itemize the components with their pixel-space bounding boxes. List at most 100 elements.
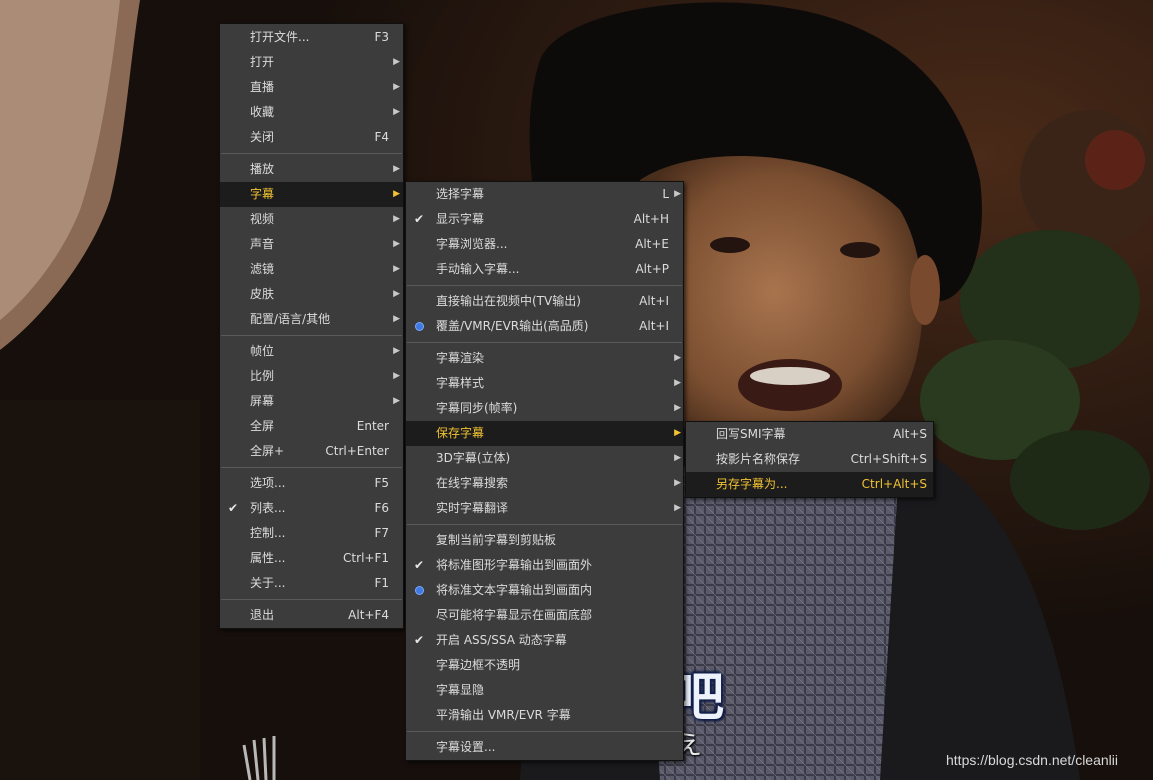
subtitle-menu-item-20[interactable]: 平滑输出 VMR/EVR 字幕	[406, 703, 683, 728]
main-menu-item-5[interactable]: 播放 ▶	[220, 157, 403, 182]
subtitle-menu-item-13[interactable]: 复制当前字幕到剪贴板	[406, 528, 683, 553]
submenu-arrow-icon: ▶	[393, 371, 400, 381]
subtitle-menu-item-4[interactable]: 直接输出在视频中(TV输出) Alt+I	[406, 289, 683, 314]
subtitle-menu-item-18[interactable]: 字幕边框不透明	[406, 653, 683, 678]
menu-item-label: 视频	[250, 212, 275, 226]
menu-item-label: 选择字幕	[436, 187, 485, 201]
subtitle-menu-item-9[interactable]: 保存字幕 ▶	[406, 421, 683, 446]
subtitle-menu-item-3[interactable]: 手动输入字幕... Alt+P	[406, 257, 683, 282]
main-menu-item-0[interactable]: 打开文件... F3	[220, 25, 403, 50]
subtitle-menu-item-16[interactable]: 尽可能将字幕显示在画面底部	[406, 603, 683, 628]
menu-item-shortcut: F1	[374, 576, 389, 590]
menu-item-label: 属性...	[250, 551, 286, 565]
main-menu-item-3[interactable]: 收藏 ▶	[220, 100, 403, 125]
menu-item-label: 开启 ASS/SSA 动态字幕	[436, 633, 567, 647]
main-menu-item-6[interactable]: 字幕 ▶	[220, 182, 403, 207]
menu-item-label: 字幕	[250, 187, 275, 201]
submenu-arrow-icon: ▶	[393, 82, 400, 92]
menu-item-label: 字幕浏览器...	[436, 237, 508, 251]
menu-item-shortcut: Ctrl+Shift+S	[850, 452, 927, 466]
menu-item-label: 另存字幕为...	[716, 477, 788, 491]
main-menu-item-7[interactable]: 视频 ▶	[220, 207, 403, 232]
submenu-arrow-icon: ▶	[393, 189, 400, 199]
subtitle-menu-item-14[interactable]: ✔ 将标准图形字幕输出到画面外	[406, 553, 683, 578]
subtitle-menu-item-7[interactable]: 字幕样式 ▶	[406, 371, 683, 396]
menu-item-label: 按影片名称保存	[716, 452, 801, 466]
menu-item-shortcut: Alt+P	[635, 262, 669, 276]
subtitle-menu-item-15[interactable]: 将标准文本字幕输出到画面内	[406, 578, 683, 603]
menu-item-shortcut: Ctrl+Enter	[325, 444, 389, 458]
main-menu-item-8[interactable]: 声音 ▶	[220, 232, 403, 257]
main-menu-item-9[interactable]: 滤镜 ▶	[220, 257, 403, 282]
subtitle-menu-item-2[interactable]: 字幕浏览器... Alt+E	[406, 232, 683, 257]
menu-item-label: 显示字幕	[436, 212, 485, 226]
main-menu-item-16[interactable]: 全屏+ Ctrl+Enter	[220, 439, 403, 464]
menu-item-shortcut: F7	[374, 526, 389, 540]
main-menu-item-15[interactable]: 全屏 Enter	[220, 414, 403, 439]
subtitle-menu-item-19[interactable]: 字幕显隐	[406, 678, 683, 703]
subtitle-menu-item-11[interactable]: 在线字幕搜索 ▶	[406, 471, 683, 496]
main-menu-item-2[interactable]: 直播 ▶	[220, 75, 403, 100]
save-menu-item-1[interactable]: 按影片名称保存 Ctrl+Shift+S	[686, 447, 933, 472]
main-menu-item-11[interactable]: 配置/语言/其他 ▶	[220, 307, 403, 332]
main-menu-item-13[interactable]: 比例 ▶	[220, 364, 403, 389]
menu-item-shortcut: F4	[374, 130, 389, 144]
menu-item-label: 全屏+	[250, 444, 285, 458]
menu-item-label: 保存字幕	[436, 426, 485, 440]
main-menu-item-22[interactable]: 退出 Alt+F4	[220, 603, 403, 628]
menu-item-label: 关闭	[250, 130, 275, 144]
menu-item-label: 字幕设置...	[436, 740, 496, 754]
save-menu-item-2[interactable]: 另存字幕为... Ctrl+Alt+S	[686, 472, 933, 497]
submenu-arrow-icon: ▶	[393, 214, 400, 224]
menu-item-label: 控制...	[250, 526, 286, 540]
radio-dot-icon	[416, 587, 423, 594]
subtitle-submenu: 选择字幕 L ▶ ✔ 显示字幕 Alt+H 字幕浏览器... Alt+E 手动输入字幕... Al…	[405, 181, 684, 761]
menu-item-label: 直播	[250, 80, 275, 94]
submenu-arrow-icon: ▶	[674, 428, 681, 438]
menu-separator	[407, 524, 682, 525]
main-menu-item-1[interactable]: 打开 ▶	[220, 50, 403, 75]
radio-dot-icon	[416, 323, 423, 330]
main-menu-item-20[interactable]: 属性... Ctrl+F1	[220, 546, 403, 571]
subtitle-menu-item-21[interactable]: 字幕设置...	[406, 735, 683, 760]
subtitle-menu-item-0[interactable]: 选择字幕 L ▶	[406, 182, 683, 207]
submenu-arrow-icon: ▶	[674, 478, 681, 488]
subtitle-menu-item-5[interactable]: 覆盖/VMR/EVR输出(高品质) Alt+I	[406, 314, 683, 339]
save-subtitle-submenu: 回写SMI字幕 Alt+S 按影片名称保存 Ctrl+Shift+S 另存字幕为... C…	[685, 421, 934, 498]
menu-item-label: 在线字幕搜索	[436, 476, 509, 490]
menu-item-label: 字幕同步(帧率)	[436, 401, 518, 415]
menu-item-label: 列表...	[250, 501, 286, 515]
menu-item-label: 关于...	[250, 576, 286, 590]
checkmark-icon: ✔	[228, 501, 239, 515]
main-menu-item-18[interactable]: ✔ 列表... F6	[220, 496, 403, 521]
menu-item-label: 实时字幕翻译	[436, 501, 509, 515]
main-menu-item-4[interactable]: 关闭 F4	[220, 125, 403, 150]
main-menu-item-10[interactable]: 皮肤 ▶	[220, 282, 403, 307]
subtitle-menu-item-1[interactable]: ✔ 显示字幕 Alt+H	[406, 207, 683, 232]
submenu-arrow-icon: ▶	[393, 164, 400, 174]
menu-item-label: 打开文件...	[250, 30, 310, 44]
menu-separator	[221, 599, 402, 600]
main-menu-item-12[interactable]: 帧位 ▶	[220, 339, 403, 364]
subtitle-menu-item-12[interactable]: 实时字幕翻译 ▶	[406, 496, 683, 521]
main-menu-item-14[interactable]: 屏幕 ▶	[220, 389, 403, 414]
submenu-arrow-icon: ▶	[393, 314, 400, 324]
menu-item-shortcut: F5	[374, 476, 389, 490]
menu-item-label: 将标准文本字幕输出到画面内	[436, 583, 593, 597]
submenu-arrow-icon: ▶	[393, 396, 400, 406]
menu-item-label: 字幕显隐	[436, 683, 485, 697]
menu-item-shortcut: Alt+E	[635, 237, 669, 251]
save-menu-item-0[interactable]: 回写SMI字幕 Alt+S	[686, 422, 933, 447]
main-menu-item-21[interactable]: 关于... F1	[220, 571, 403, 596]
subtitle-menu-item-10[interactable]: 3D字幕(立体) ▶	[406, 446, 683, 471]
subtitle-menu-item-6[interactable]: 字幕渲染 ▶	[406, 346, 683, 371]
main-menu-item-17[interactable]: 选项... F5	[220, 471, 403, 496]
subtitle-menu-item-17[interactable]: ✔ 开启 ASS/SSA 动态字幕	[406, 628, 683, 653]
menu-item-label: 覆盖/VMR/EVR输出(高品质)	[436, 319, 589, 333]
subtitle-menu-item-8[interactable]: 字幕同步(帧率) ▶	[406, 396, 683, 421]
menu-item-label: 字幕渲染	[436, 351, 485, 365]
main-menu-item-19[interactable]: 控制... F7	[220, 521, 403, 546]
menu-item-label: 帧位	[250, 344, 275, 358]
submenu-arrow-icon: ▶	[674, 403, 681, 413]
menu-item-shortcut: Alt+S	[893, 427, 927, 441]
